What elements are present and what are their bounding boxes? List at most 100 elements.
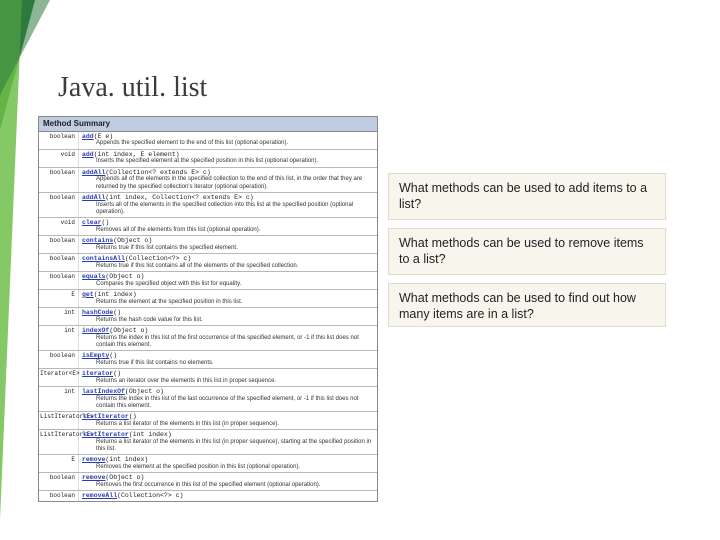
method-signature: add(int index, E element) xyxy=(82,151,374,159)
return-type: boolean xyxy=(39,236,79,253)
method-row: booleanaddAll(Collection<? extends E> c)… xyxy=(39,168,377,193)
method-row: ListIterator<E>listIterator(int index)Re… xyxy=(39,430,377,455)
method-description: Returns the hash code value for this lis… xyxy=(82,317,374,324)
method-row: booleanaddAll(int index, Collection<? ex… xyxy=(39,193,377,218)
method-link[interactable]: containsAll xyxy=(82,255,125,262)
method-link[interactable]: add xyxy=(82,151,94,158)
method-link[interactable]: listIterator xyxy=(82,413,129,420)
method-link[interactable]: listIterator xyxy=(82,431,129,438)
method-description: Removes the element at the specified pos… xyxy=(82,464,374,471)
method-link[interactable]: get xyxy=(82,291,94,298)
method-link[interactable]: add xyxy=(82,133,94,140)
method-signature: remove(int index) xyxy=(82,456,374,464)
return-type: boolean xyxy=(39,272,79,289)
method-row: booleancontainsAll(Collection<?> c)Retur… xyxy=(39,254,377,272)
method-link[interactable]: remove xyxy=(82,456,105,463)
method-signature: isEmpty() xyxy=(82,352,374,360)
method-link[interactable]: hashCode xyxy=(82,309,113,316)
method-description: Appends all of the elements in the speci… xyxy=(82,176,374,190)
method-link[interactable]: iterator xyxy=(82,370,113,377)
method-signature: addAll(int index, Collection<? extends E… xyxy=(82,194,374,202)
method-signature: listIterator() xyxy=(82,413,374,421)
return-type: int xyxy=(39,326,79,350)
method-row: intindexOf(Object o)Returns the index in… xyxy=(39,326,377,351)
return-type: int xyxy=(39,308,79,325)
method-row: booleanisEmpty()Returns true if this lis… xyxy=(39,351,377,369)
method-description: Inserts all of the elements in the speci… xyxy=(82,202,374,216)
return-type: boolean xyxy=(39,491,79,501)
return-type: boolean xyxy=(39,351,79,368)
method-link[interactable]: clear xyxy=(82,219,102,226)
method-description: Inserts the specified element at the spe… xyxy=(82,158,374,165)
method-row: Eget(int index)Returns the element at th… xyxy=(39,290,377,308)
method-signature: get(int index) xyxy=(82,291,374,299)
method-description: Returns a list iterator of the elements … xyxy=(82,421,374,428)
method-row: booleanadd(E e)Appends the specified ele… xyxy=(39,132,377,150)
method-signature: listIterator(int index) xyxy=(82,431,374,439)
method-description: Returns true if this list contains all o… xyxy=(82,263,374,270)
method-signature: addAll(Collection<? extends E> c) xyxy=(82,169,374,177)
return-type: void xyxy=(39,218,79,235)
method-link[interactable]: remove xyxy=(82,474,105,481)
return-type: boolean xyxy=(39,254,79,271)
method-row: voidclear()Removes all of the elements f… xyxy=(39,218,377,236)
method-description: Returns true if this list contains the s… xyxy=(82,245,374,252)
method-description: Returns true if this list contains no el… xyxy=(82,360,374,367)
method-row: booleanequals(Object o)Compares the spec… xyxy=(39,272,377,290)
method-link[interactable]: addAll xyxy=(82,194,105,201)
return-type: boolean xyxy=(39,193,79,217)
method-signature: removeAll(Collection<?> c) xyxy=(82,492,374,500)
method-signature: clear() xyxy=(82,219,374,227)
method-description: Compares the specified object with this … xyxy=(82,281,374,288)
method-description: Removes all of the elements from this li… xyxy=(82,227,374,234)
method-signature: hashCode() xyxy=(82,309,374,317)
method-link[interactable]: removeAll xyxy=(82,492,117,499)
method-link[interactable]: isEmpty xyxy=(82,352,109,359)
method-link[interactable]: equals xyxy=(82,273,105,280)
return-type: E xyxy=(39,290,79,307)
return-type: void xyxy=(39,150,79,167)
method-row: booleanremove(Object o)Removes the first… xyxy=(39,473,377,491)
method-row: ListIterator<E>listIterator()Returns a l… xyxy=(39,412,377,430)
page-title: Java. util. list xyxy=(58,72,207,104)
method-description: Returns a list iterator of the elements … xyxy=(82,439,374,453)
method-description: Returns the index in this list of the fi… xyxy=(82,335,374,349)
method-summary-table: Method Summary booleanadd(E e)Appends th… xyxy=(38,116,378,502)
return-type: boolean xyxy=(39,132,79,149)
method-row: intlastIndexOf(Object o)Returns the inde… xyxy=(39,387,377,412)
method-signature: remove(Object o) xyxy=(82,474,374,482)
method-signature: contains(Object o) xyxy=(82,237,374,245)
method-row: Iterator<E>iterator()Returns an iterator… xyxy=(39,369,377,387)
method-row: booleanremoveAll(Collection<?> c) xyxy=(39,491,377,501)
method-row: voidadd(int index, E element)Inserts the… xyxy=(39,150,377,168)
return-type: Iterator<E> xyxy=(39,369,79,386)
return-type: ListIterator<E> xyxy=(39,412,79,429)
method-description: Appends the specified element to the end… xyxy=(82,140,374,147)
method-description: Removes the first occurrence in this lis… xyxy=(82,482,374,489)
method-signature: add(E e) xyxy=(82,133,374,141)
method-summary-header: Method Summary xyxy=(39,117,377,132)
method-description: Returns an iterator over the elements in… xyxy=(82,378,374,385)
method-link[interactable]: lastIndexOf xyxy=(82,388,125,395)
method-row: booleancontains(Object o)Returns true if… xyxy=(39,236,377,254)
question-remove: What methods can be used to remove items… xyxy=(388,228,666,275)
method-signature: lastIndexOf(Object o) xyxy=(82,388,374,396)
method-link[interactable]: contains xyxy=(82,237,113,244)
method-description: Returns the element at the specified pos… xyxy=(82,299,374,306)
method-signature: iterator() xyxy=(82,370,374,378)
method-link[interactable]: indexOf xyxy=(82,327,109,334)
question-count: What methods can be used to find out how… xyxy=(388,283,666,327)
return-type: E xyxy=(39,455,79,472)
method-row: Eremove(int index)Removes the element at… xyxy=(39,455,377,473)
method-signature: equals(Object o) xyxy=(82,273,374,281)
method-signature: indexOf(Object o) xyxy=(82,327,374,335)
return-type: boolean xyxy=(39,473,79,490)
method-link[interactable]: addAll xyxy=(82,169,105,176)
method-row: inthashCode()Returns the hash code value… xyxy=(39,308,377,326)
method-signature: containsAll(Collection<?> c) xyxy=(82,255,374,263)
return-type: ListIterator<E> xyxy=(39,430,79,454)
question-add: What methods can be used to add items to… xyxy=(388,173,666,220)
method-description: Returns the index in this list of the la… xyxy=(82,396,374,410)
return-type: int xyxy=(39,387,79,411)
return-type: boolean xyxy=(39,168,79,192)
